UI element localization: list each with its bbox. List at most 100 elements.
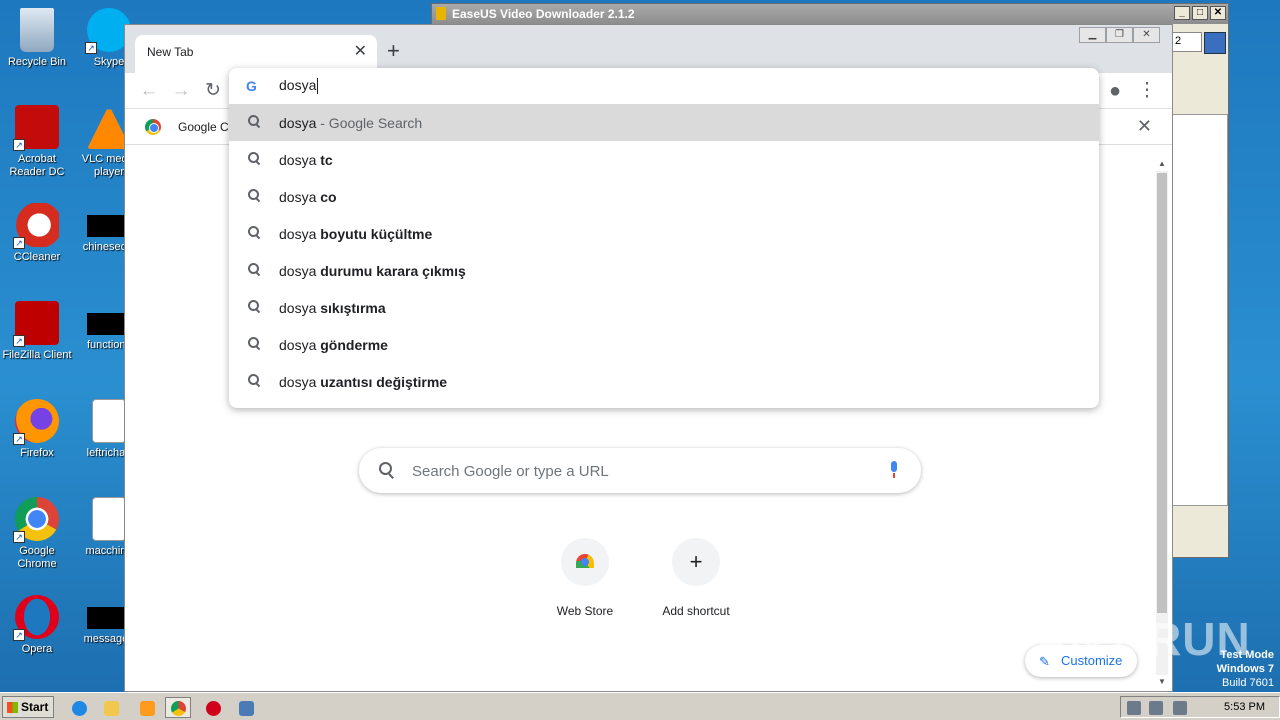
volume-icon[interactable] — [1127, 701, 1141, 715]
ntp-search-placeholder: Search Google or type a URL — [412, 463, 609, 480]
infobar-close-icon[interactable]: ✕ — [1137, 116, 1152, 137]
suggestion-item[interactable]: dosya co — [229, 178, 1099, 215]
clock[interactable]: 5:53 PM — [1224, 701, 1265, 713]
suggestion-completion: co — [320, 189, 337, 205]
desktop-icon-label: Google Chrome — [17, 545, 57, 570]
taskbar-chrome[interactable] — [165, 697, 191, 718]
search-icon — [247, 188, 261, 202]
suggestion-completion: sıkıştırma — [320, 300, 386, 316]
suggestion-query: dosya — [279, 152, 317, 168]
suggestion-item[interactable]: dosya durumu karara çıkmış — [229, 252, 1099, 289]
test-mode-text: Test Mode Windows 7 Build 7601 — [1217, 648, 1274, 690]
bookmark-item[interactable]: Google Cl — [178, 120, 231, 134]
suggestion-item[interactable]: dosya boyutu küçültme — [229, 215, 1099, 252]
system-tray: 5:53 PM — [1120, 696, 1280, 718]
flag-icon[interactable] — [1173, 701, 1187, 715]
scrollbar[interactable]: ▲ ▼ — [1156, 159, 1168, 689]
taskbar-media-player[interactable] — [134, 697, 160, 718]
chrome-icon — [171, 701, 186, 716]
suggestion-item[interactable]: dosya - Google Search — [229, 104, 1099, 141]
suggestion-query: dosya — [279, 374, 317, 390]
forward-icon[interactable]: → — [169, 79, 193, 103]
search-icon — [379, 462, 395, 478]
start-button[interactable]: Start — [2, 696, 54, 718]
word-doc-icon — [92, 497, 126, 541]
tab-close-icon[interactable]: ✕ — [354, 41, 367, 61]
search-icon — [247, 151, 261, 165]
chrome-icon: ↗ — [13, 497, 59, 543]
scroll-thumb[interactable] — [1157, 173, 1167, 613]
suggestion-completion: boyutu küçültme — [320, 226, 433, 242]
desktop-icon-filezilla[interactable]: ↗ FileZilla Client — [0, 301, 74, 362]
suggestion-text: dosya durumu karara çıkmış — [279, 263, 466, 279]
easeus-field[interactable]: 2 — [1172, 32, 1202, 52]
recycle-bin-icon — [20, 8, 54, 52]
close-button[interactable]: ✕ — [1133, 27, 1160, 43]
search-icon — [247, 299, 261, 313]
new-tab-button[interactable]: + — [387, 38, 400, 64]
media-player-icon — [140, 701, 155, 716]
menu-icon[interactable]: ⋮ — [1135, 79, 1159, 103]
maximize-button[interactable]: □ — [1192, 6, 1208, 20]
omnibox-text: dosya — [279, 77, 319, 95]
shortcut-web-store[interactable]: Web Store — [540, 538, 630, 618]
microphone-icon[interactable] — [889, 461, 899, 479]
profile-icon[interactable]: ● — [1103, 79, 1127, 103]
taskbar-explorer[interactable] — [98, 697, 124, 718]
omnibox-input[interactable]: G dosya — [229, 68, 1099, 104]
suggestion-query: dosya — [279, 263, 317, 279]
suggestion-completion: uzantısı değiştirme — [320, 374, 448, 390]
suggestion-query: dosya — [279, 337, 317, 353]
suggestion-item[interactable]: dosya uzantısı değiştirme — [229, 363, 1099, 400]
search-icon — [247, 225, 261, 239]
folder-icon — [104, 701, 119, 716]
scroll-up-icon[interactable]: ▲ — [1156, 159, 1168, 171]
desktop-icon-recycle-bin[interactable]: Recycle Bin — [0, 8, 74, 69]
suggestion-text: dosya uzantısı değiştirme — [279, 374, 447, 390]
omnibox-query: dosya — [279, 77, 317, 93]
firefox-icon: ↗ — [13, 399, 59, 445]
desktop-icon-firefox[interactable]: ↗ Firefox — [0, 399, 74, 460]
suggestion-item[interactable]: dosya tc — [229, 141, 1099, 178]
chrome-titlebar[interactable]: New Tab ✕ + ▁ ❐ ✕ — [125, 25, 1172, 73]
desktop-icon-acrobat[interactable]: ↗ Acrobat Reader DC — [0, 105, 74, 179]
desktop-icon-opera[interactable]: ↗ Opera — [0, 595, 74, 656]
start-label: Start — [21, 700, 49, 714]
desktop-icon-label: FileZilla Client — [2, 349, 72, 361]
taskbar-ie[interactable] — [66, 697, 92, 718]
suggestion-item[interactable]: dosya sıkıştırma — [229, 289, 1099, 326]
shortcut-label: Web Store — [556, 604, 614, 618]
desktop-icon-chrome[interactable]: ↗ Google Chrome — [0, 497, 74, 571]
chrome-window-controls: ▁ ❐ ✕ — [1079, 27, 1160, 43]
text-caret — [317, 78, 319, 95]
minimize-button[interactable]: ▁ — [1079, 27, 1106, 43]
easeus-title: EaseUS Video Downloader 2.1.2 — [452, 7, 635, 21]
search-icon[interactable] — [1204, 32, 1226, 54]
suggestion-query: dosya — [279, 300, 317, 316]
opera-icon — [206, 701, 221, 716]
minimize-button[interactable]: _ — [1174, 6, 1190, 20]
back-icon[interactable]: ← — [137, 79, 161, 103]
close-button[interactable]: ✕ — [1210, 6, 1226, 20]
ntp-search-box[interactable]: Search Google or type a URL — [359, 448, 921, 493]
tab-title: New Tab — [147, 45, 194, 59]
easeus-titlebar[interactable]: EaseUS Video Downloader 2.1.2 _ □ ✕ — [432, 4, 1228, 24]
windows-logo-icon — [7, 702, 18, 713]
shortcut-add[interactable]: + Add shortcut — [651, 538, 741, 618]
easeus-app-icon — [436, 7, 446, 20]
desktop-icon-label: Skype — [93, 56, 125, 68]
shortcut-tile — [561, 538, 609, 586]
desktop-icon-ccleaner[interactable]: ↗ CCleaner — [0, 203, 74, 264]
plus-icon: + — [672, 538, 720, 586]
reload-icon[interactable]: ↻ — [201, 79, 225, 103]
opera-icon: ↗ — [13, 595, 59, 641]
scroll-down-icon[interactable]: ▼ — [1156, 677, 1168, 689]
network-icon[interactable] — [1149, 701, 1163, 715]
suggestion-text: dosya boyutu küçültme — [279, 226, 432, 242]
taskbar-opera[interactable] — [200, 697, 226, 718]
suggestion-description: - Google Search — [320, 115, 423, 131]
suggestion-text: dosya gönderme — [279, 337, 388, 353]
taskbar-easeus[interactable] — [233, 697, 259, 718]
suggestion-item[interactable]: dosya gönderme — [229, 326, 1099, 363]
restore-button[interactable]: ❐ — [1106, 27, 1133, 43]
